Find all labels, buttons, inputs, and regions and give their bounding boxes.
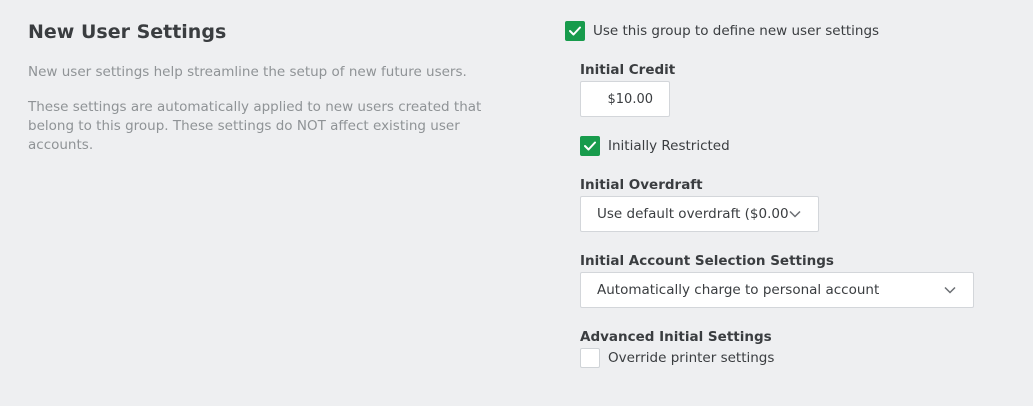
check-icon — [584, 141, 596, 151]
account-selection-select[interactable]: Automatically charge to personal account — [580, 272, 974, 308]
initially-restricted-checkbox[interactable] — [580, 136, 600, 156]
initial-overdraft-value: Use default overdraft ($0.00) — [597, 206, 788, 222]
section-description-1: New user settings help streamline the se… — [28, 64, 467, 80]
initial-credit-label: Initial Credit — [580, 62, 676, 78]
use-group-checkbox[interactable] — [565, 21, 585, 41]
account-selection-label: Initial Account Selection Settings — [580, 253, 834, 269]
new-user-settings-panel: New User Settings New user settings help… — [0, 0, 1033, 406]
override-printer-label: Override printer settings — [608, 350, 775, 366]
chevron-down-icon — [788, 207, 802, 221]
initially-restricted-label: Initially Restricted — [608, 138, 730, 154]
account-selection-value: Automatically charge to personal account — [597, 282, 880, 298]
initially-restricted-option[interactable]: Initially Restricted — [580, 136, 730, 156]
use-group-label: Use this group to define new user settin… — [593, 23, 880, 39]
initial-credit-value: $10.00 — [607, 91, 654, 107]
section-description-2: These settings are automatically applied… — [28, 99, 482, 153]
initial-overdraft-select[interactable]: Use default overdraft ($0.00) — [580, 196, 819, 232]
chevron-down-icon — [943, 283, 957, 297]
section-title: New User Settings — [28, 21, 227, 43]
use-group-option[interactable]: Use this group to define new user settin… — [565, 21, 879, 41]
advanced-settings-label: Advanced Initial Settings — [580, 329, 772, 345]
initial-overdraft-label: Initial Overdraft — [580, 177, 703, 193]
initial-credit-input[interactable]: $10.00 — [580, 81, 670, 117]
check-icon — [569, 26, 581, 36]
override-printer-option[interactable]: Override printer settings — [580, 348, 774, 368]
override-printer-checkbox[interactable] — [580, 348, 600, 368]
